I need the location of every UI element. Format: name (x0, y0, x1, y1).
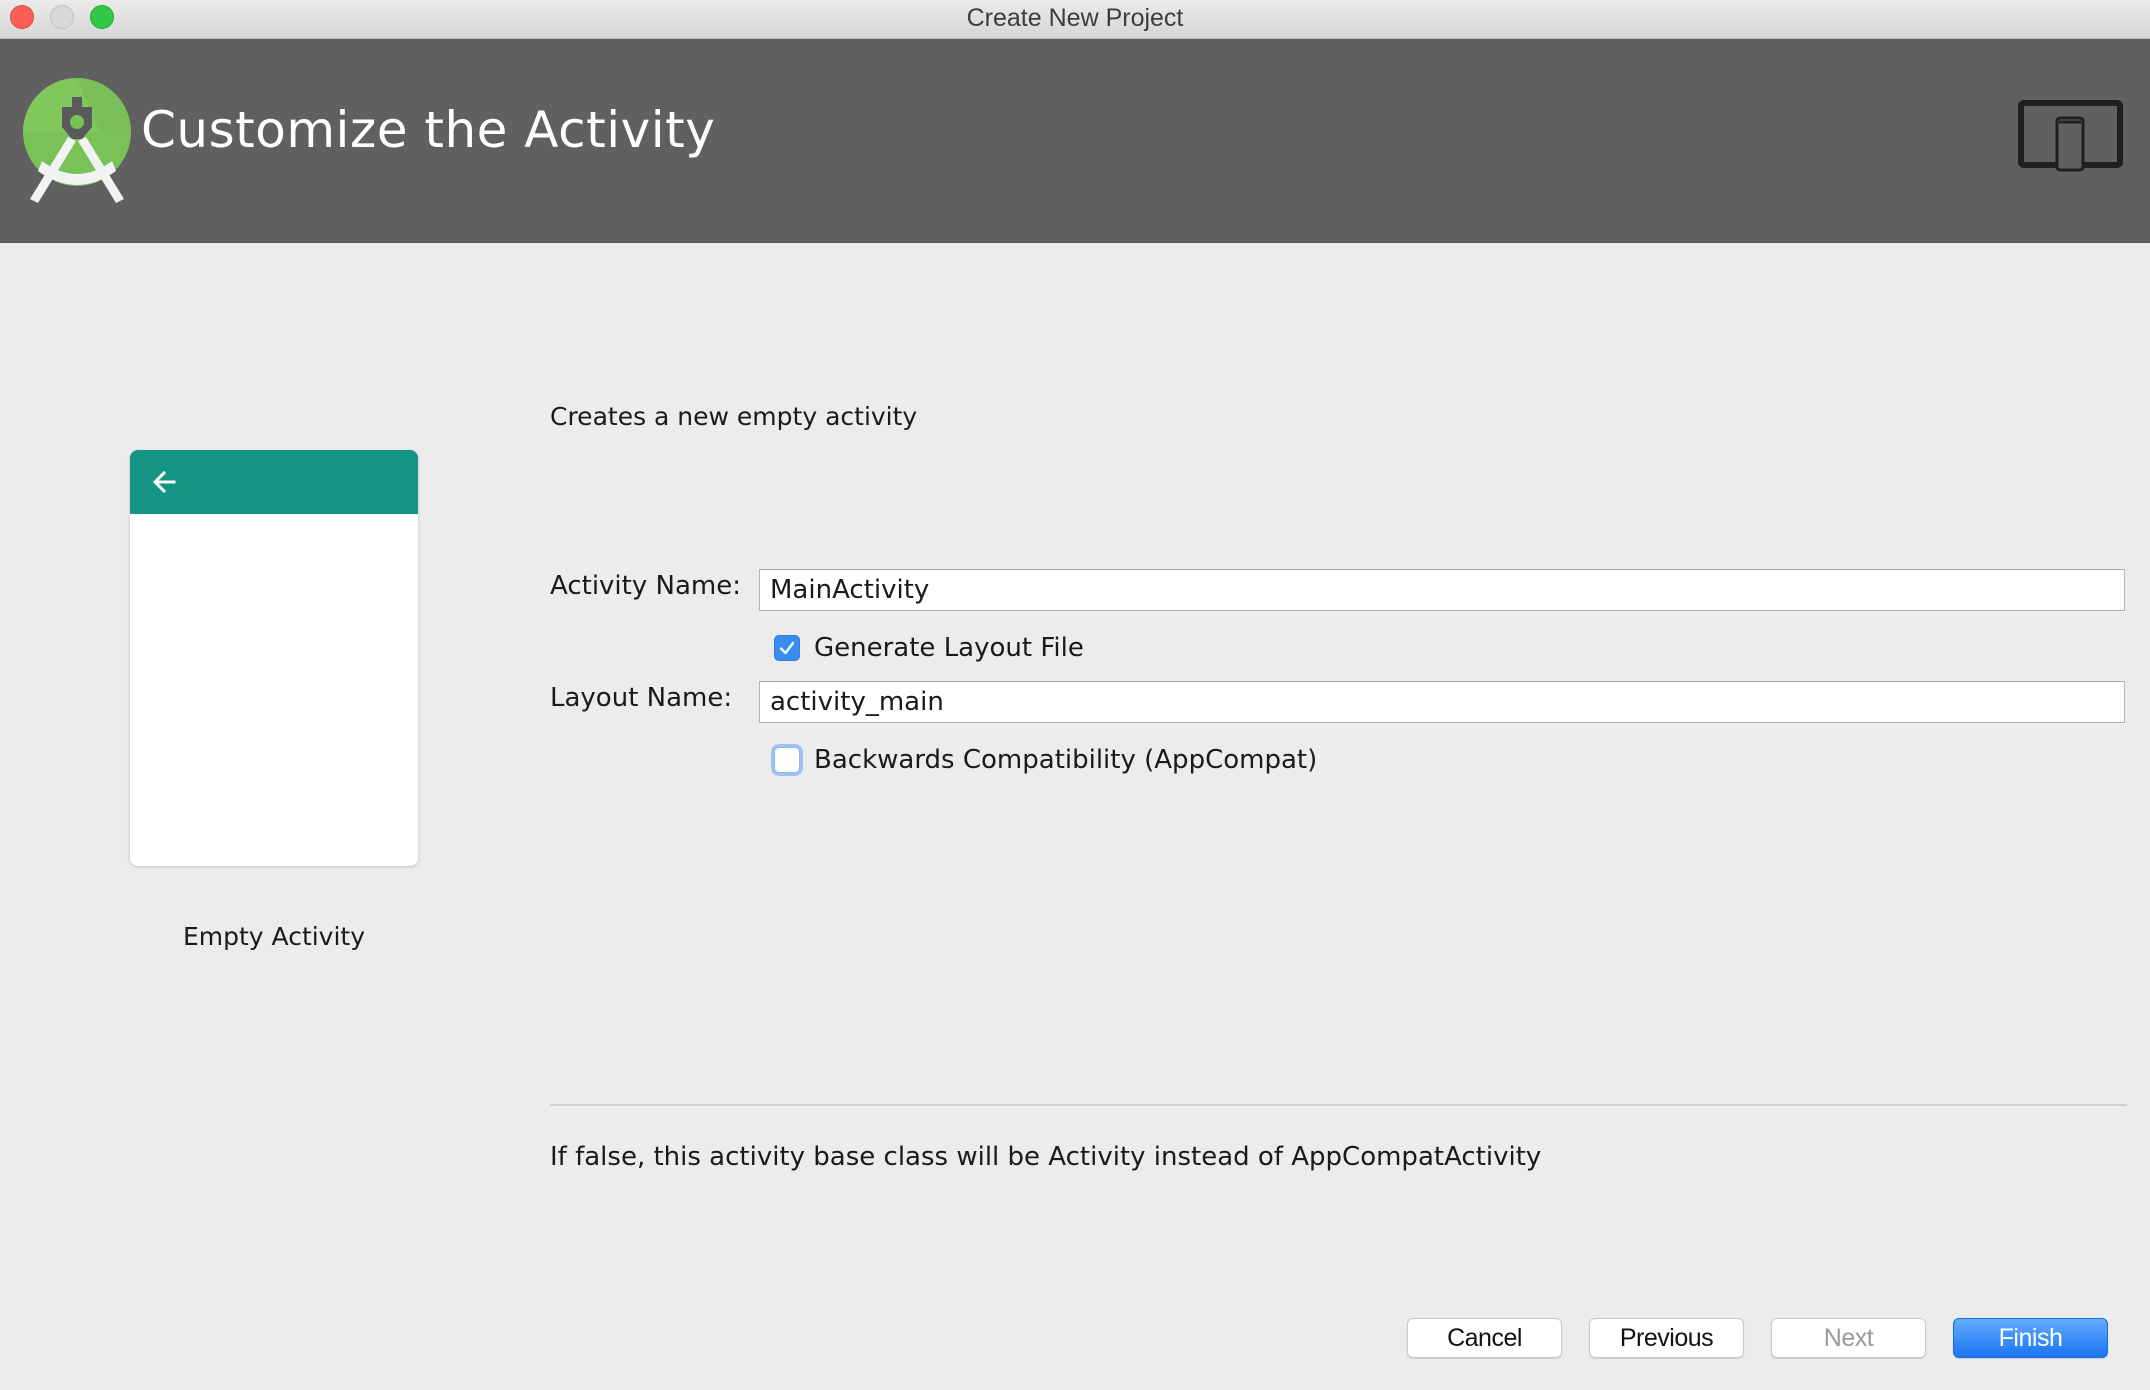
checkmark-icon (779, 641, 795, 655)
option-hint-text: If false, this activity base class will … (550, 1142, 1542, 1172)
cancel-button[interactable]: Cancel (1407, 1318, 1562, 1358)
preview-toolbar (130, 450, 418, 514)
generate-layout-checkbox[interactable] (774, 635, 800, 661)
backwards-compat-checkbox[interactable] (774, 747, 800, 773)
generate-layout-label: Generate Layout File (814, 633, 1084, 663)
finish-button[interactable]: Finish (1953, 1318, 2108, 1358)
previous-button[interactable]: Previous (1589, 1318, 1744, 1358)
divider (550, 1104, 2127, 1106)
activity-preview-card (130, 450, 418, 866)
layout-name-label: Layout Name: (550, 683, 733, 713)
tablet-phone-icon (2018, 100, 2123, 172)
generate-layout-checkbox-row[interactable]: Generate Layout File (774, 633, 1084, 663)
page-title: Customize the Activity (141, 101, 716, 159)
back-arrow-icon (152, 470, 176, 494)
create-new-project-window: Create New Project Customize the Activit… (0, 0, 2150, 1390)
android-studio-logo-icon (23, 78, 131, 203)
backwards-compat-label: Backwards Compatibility (AppCompat) (814, 745, 1318, 775)
window-title: Create New Project (966, 4, 1184, 32)
activity-name-label: Activity Name: (550, 571, 741, 601)
backwards-compat-checkbox-row[interactable]: Backwards Compatibility (AppCompat) (774, 745, 1317, 775)
wizard-header: Customize the Activity (0, 39, 2150, 243)
activity-description: Creates a new empty activity (550, 402, 918, 431)
next-button[interactable]: Next (1771, 1318, 1926, 1358)
title-bar: Create New Project (0, 0, 2150, 39)
activity-template-label: Empty Activity (182, 922, 366, 951)
layout-name-input[interactable] (759, 681, 2125, 723)
activity-name-input[interactable] (759, 569, 2125, 611)
